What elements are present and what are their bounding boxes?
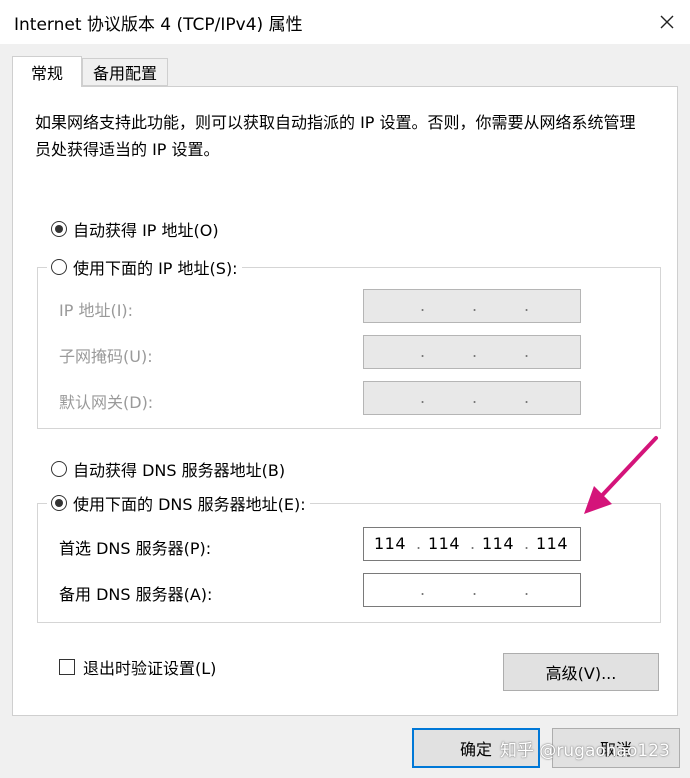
annotation-arrow-icon (584, 436, 658, 514)
preferred-dns-octet-4: 114 (535, 534, 569, 553)
close-icon (660, 15, 674, 29)
tab-alternate-config-label: 备用配置 (92, 64, 157, 83)
auto-dns-radio-circle (51, 461, 67, 477)
preferred-dns-octet-3: 114 (481, 534, 515, 553)
subnet-mask-label: 子网掩码(U): (59, 347, 153, 366)
tab-alternate-config[interactable]: 备用配置 (82, 58, 168, 86)
general-panel: 如果网络支持此功能，则可以获取自动指派的 IP 设置。否则，你需要从网络系统管理… (12, 86, 678, 716)
ok-button-label: 确定 (459, 740, 492, 759)
preferred-dns-octet-1: 114 (373, 534, 407, 553)
default-gateway-input[interactable]: ... (363, 381, 581, 415)
manual-dns-label: 使用下面的 DNS 服务器地址(E): (73, 495, 306, 514)
auto-dns-label: 自动获得 DNS 服务器地址(B) (73, 461, 286, 480)
manual-dns-radio-circle (51, 495, 67, 511)
manual-ip-radio[interactable]: 使用下面的 IP 地址(S): (47, 255, 242, 279)
validate-on-exit-box (59, 659, 75, 675)
auto-ip-radio[interactable]: 自动获得 IP 地址(O) (51, 217, 219, 241)
manual-ip-label: 使用下面的 IP 地址(S): (73, 259, 238, 278)
ip-address-input[interactable]: ... (363, 289, 581, 323)
preferred-dns-input[interactable]: 114 . 114 . 114 . 114 (363, 527, 581, 561)
default-gateway-label: 默认网关(D): (59, 393, 154, 412)
tab-general[interactable]: 常规 (12, 56, 82, 87)
ip-address-label: IP 地址(I): (59, 301, 134, 320)
tab-general-label: 常规 (30, 64, 63, 83)
advanced-button[interactable]: 高级(V)... (503, 653, 659, 691)
validate-on-exit-checkbox[interactable]: 退出时验证设置(L) (59, 655, 216, 679)
alternate-dns-label: 备用 DNS 服务器(A): (59, 585, 213, 604)
watermark: 知乎 @rugaohao123 (500, 741, 670, 761)
manual-dns-radio[interactable]: 使用下面的 DNS 服务器地址(E): (47, 491, 310, 515)
preferred-dns-label: 首选 DNS 服务器(P): (59, 539, 212, 558)
alternate-dns-input[interactable]: ... (363, 573, 581, 607)
auto-dns-radio[interactable]: 自动获得 DNS 服务器地址(B) (51, 457, 285, 481)
close-button[interactable] (644, 0, 690, 44)
preferred-dns-octet-2: 114 (427, 534, 461, 553)
description-text: 如果网络支持此功能，则可以获取自动指派的 IP 设置。否则，你需要从网络系统管理… (35, 113, 636, 159)
subnet-mask-input[interactable]: ... (363, 335, 581, 369)
title-bar: Internet 协议版本 4 (TCP/IPv4) 属性 (0, 0, 690, 44)
window-title: Internet 协议版本 4 (TCP/IPv4) 属性 (14, 15, 303, 35)
manual-ip-radio-circle (51, 259, 67, 275)
auto-ip-radio-circle (51, 221, 67, 237)
auto-ip-label: 自动获得 IP 地址(O) (73, 221, 219, 240)
advanced-button-label: 高级(V)... (545, 664, 617, 683)
validate-on-exit-label: 退出时验证设置(L) (83, 659, 217, 678)
